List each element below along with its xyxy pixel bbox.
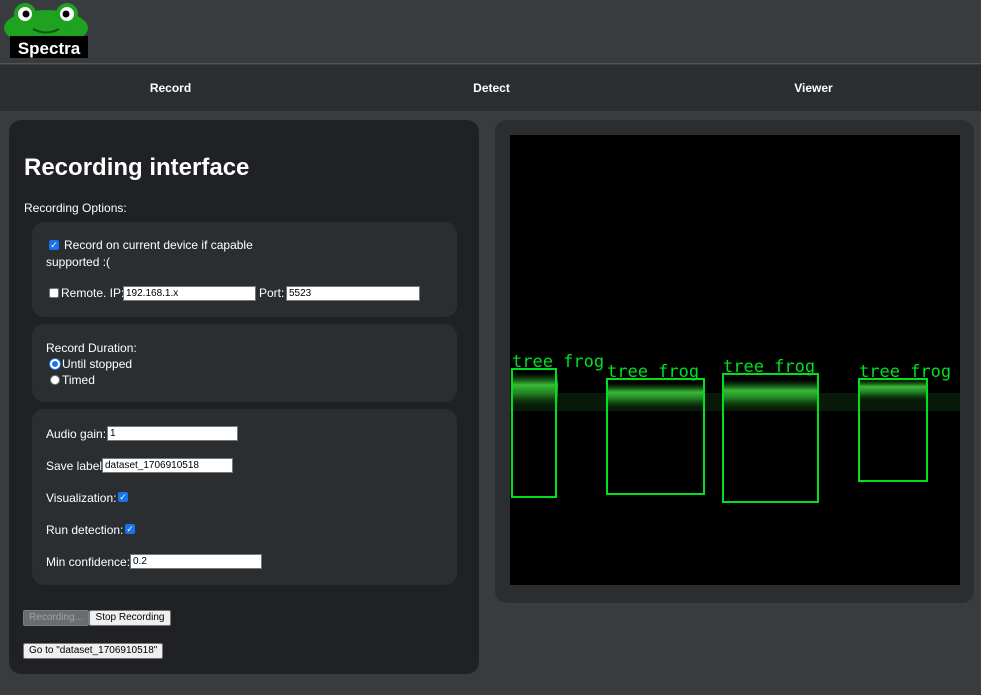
min-confidence-input[interactable] <box>130 554 262 569</box>
port-label: Port: <box>259 286 285 300</box>
visualization-checkbox[interactable]: ✓ <box>118 492 128 502</box>
app-header: Spectra <box>0 0 981 64</box>
settings-card: Audio gain: Save label: Visualization: ✓… <box>32 409 457 585</box>
timed-radio[interactable] <box>50 375 60 385</box>
audio-gain-input[interactable] <box>107 426 238 441</box>
tab-record[interactable]: Record <box>7 65 334 111</box>
run-detection-checkbox[interactable]: ✓ <box>125 524 135 534</box>
detection-label: tree frog <box>607 362 699 382</box>
save-label-label: Save label: <box>46 459 106 473</box>
main-nav: Record Detect Viewer <box>0 65 981 111</box>
signal-patch <box>608 383 704 409</box>
save-label-input[interactable] <box>102 458 233 473</box>
page-title: Recording interface <box>24 154 250 181</box>
spectrogram-view: tree frog tree frog tree frog tree frog <box>510 135 960 585</box>
tab-detect[interactable]: Detect <box>328 65 655 111</box>
until-stopped-radio[interactable] <box>50 359 60 369</box>
spectrogram-canvas: tree frog tree frog tree frog tree frog <box>510 352 960 503</box>
goto-dataset-button[interactable]: Go to "dataset_1706910518" <box>23 643 163 659</box>
timed-label: Timed <box>62 373 95 387</box>
duration-label: Record Duration: <box>46 341 137 355</box>
detection-label: tree frog <box>723 357 815 377</box>
recording-panel: Recording interface Recording Options: ✓… <box>9 120 479 674</box>
record-device-label: Record on current device if capable <box>64 238 253 252</box>
signal-patch <box>724 380 818 410</box>
frog-logo-icon: Spectra <box>4 3 88 58</box>
audio-gain-label: Audio gain: <box>46 427 107 441</box>
min-confidence-label: Min confidence: <box>46 555 131 569</box>
duration-card: Record Duration: Until stopped Timed <box>32 324 457 402</box>
until-stopped-label: Until stopped <box>62 357 133 371</box>
logo-text: Spectra <box>18 39 81 58</box>
tab-viewer[interactable]: Viewer <box>650 65 977 111</box>
detection-label: tree frog <box>512 352 604 372</box>
stop-recording-button[interactable]: Stop Recording <box>89 610 171 626</box>
remote-ip-label: Remote. IP: <box>61 286 125 300</box>
source-options-card: ✓ Record on current device if capable su… <box>32 222 457 317</box>
port-input[interactable] <box>286 286 420 301</box>
recording-options-label: Recording Options: <box>24 201 127 215</box>
detection-label: tree frog <box>859 362 951 382</box>
signal-patch <box>512 373 558 407</box>
remote-checkbox[interactable] <box>49 288 59 298</box>
recording-button[interactable]: Recording... <box>23 610 89 626</box>
signal-patch <box>858 379 928 401</box>
run-detection-label: Run detection: <box>46 523 124 537</box>
visualization-label: Visualization: <box>46 491 117 505</box>
device-support-status: supported :( <box>46 255 111 269</box>
remote-ip-input[interactable] <box>123 286 256 301</box>
viewer-panel: tree frog tree frog tree frog tree frog <box>495 120 974 603</box>
record-device-checkbox[interactable]: ✓ <box>49 240 59 250</box>
